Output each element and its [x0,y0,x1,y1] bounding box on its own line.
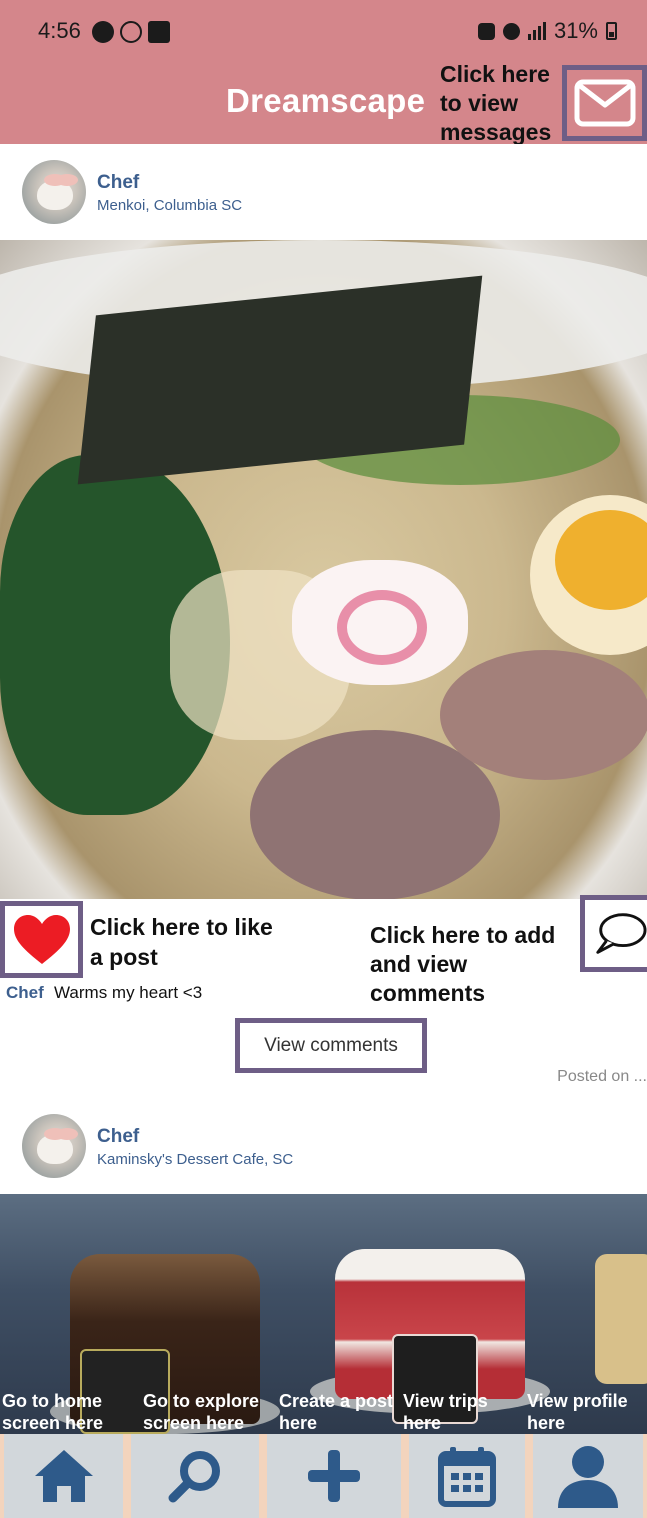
messages-hint-text: Click here to view messages [440,61,552,145]
explore-hint: Go to explore screen here [143,1391,260,1433]
caption-text: Warms my heart <3 [54,983,203,1002]
post-username[interactable]: Chef [97,1126,139,1148]
trips-hint: View trips here [403,1391,488,1433]
post-header: Chef Menkoi, Columbia SC [0,144,647,240]
status-bar: 4:56 31% [0,0,647,64]
view-comments-button[interactable]: View comments [235,1018,427,1073]
bottom-nav-hints: Go to home screen here Go to explore scr… [0,1390,647,1434]
lock-icon [477,22,495,40]
status-time: 4:56 [38,18,81,43]
home-hint: Go to home screen here [2,1391,104,1433]
calendar-icon [438,1447,496,1507]
post-header: Chef Kaminsky's Dessert Cafe, SC [0,1098,647,1194]
system-icons: 31% [477,18,617,44]
posted-on: Posted on ... [557,1068,647,1085]
messages-button[interactable] [562,65,647,141]
profile-hint: View profile here [527,1391,628,1433]
pork-slice [440,650,647,780]
image-notification-icon [148,21,170,43]
post-location[interactable]: Kaminsky's Dessert Cafe, SC [97,1151,293,1168]
like-button[interactable] [0,901,83,978]
search-icon [168,1451,220,1503]
notification-icons [92,21,170,43]
comment-button[interactable] [580,895,647,972]
avatar[interactable] [22,160,86,224]
comment-hint: Click here to add and view comments [370,922,556,1006]
post-username[interactable]: Chef [97,172,139,194]
app-header: 4:56 31% Dreamscape Click here to view m… [0,0,647,147]
post-image[interactable] [0,240,647,899]
nav-profile[interactable] [529,1434,647,1518]
caption-username[interactable]: Chef [6,983,44,1003]
plus-icon [308,1450,360,1502]
create-post-hint: Create a post here [279,1391,394,1433]
drive-notification-icon [120,21,142,43]
mail-icon [574,79,635,127]
nav-trips[interactable] [405,1434,529,1518]
app-title: Dreamscape [226,82,426,119]
signal-icon [527,22,546,40]
alarm-icon [502,22,520,40]
nav-create-post[interactable] [263,1434,405,1518]
like-hint: Click here to like a post [90,914,273,970]
profile-icon [558,1446,618,1508]
cake [595,1254,647,1384]
heart-icon [13,914,70,964]
naruto-fishcake [292,560,468,685]
avatar[interactable] [22,1114,86,1178]
messages-hint: Click here to view messages [440,60,565,147]
speech-bubble-icon [596,912,647,954]
bottom-nav [0,1434,647,1518]
post-location[interactable]: Menkoi, Columbia SC [97,197,242,214]
home-icon [34,1450,93,1502]
battery-percentage: 31% [553,18,598,43]
nav-home[interactable] [0,1434,127,1518]
nav-explore[interactable] [127,1434,263,1518]
battery-icon [606,22,617,40]
app-notification-icon [92,21,114,43]
